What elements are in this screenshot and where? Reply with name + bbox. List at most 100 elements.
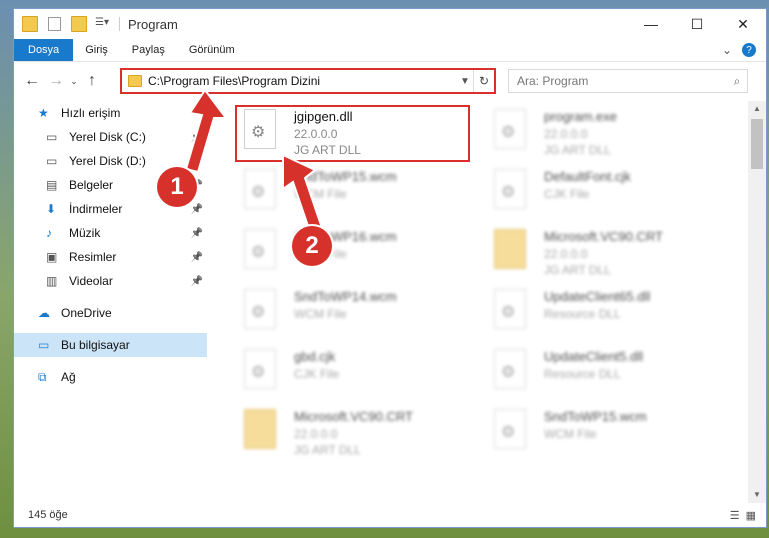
status-bar: 145 öğe ☰ ▦ [14, 503, 766, 527]
navigation-bar: ← → ⌄ ↑ C:\Program Files\Program Dizini … [14, 62, 766, 100]
file-icon [244, 229, 276, 269]
pin-icon[interactable]: 📌 [191, 132, 203, 143]
pin-icon[interactable]: 📌 [191, 204, 203, 215]
file-name: SndToWP15.wcm [294, 169, 397, 184]
file-item[interactable]: UpdateClient5.dll Resource DLL [472, 341, 712, 399]
item-count: 145 öğe [28, 509, 68, 521]
sidebar-item[interactable]: ▭ Yerel Disk (C:) 📌 [14, 125, 207, 149]
file-icon [244, 349, 276, 389]
search-input[interactable]: Ara: Program [509, 74, 727, 88]
folder-icon [128, 75, 142, 87]
sidebar-item-label: OneDrive [61, 306, 112, 320]
properties-icon[interactable] [48, 17, 61, 31]
chevron-down-icon[interactable]: ▼ [457, 76, 473, 87]
recent-locations-button[interactable]: ⌄ [68, 76, 80, 87]
file-item[interactable]: DefaultFont.cjk CJK File [472, 161, 712, 219]
sidebar-item-label: Hızlı erişim [61, 106, 121, 120]
details-view-icon[interactable]: ☰ [730, 509, 740, 522]
scroll-thumb[interactable] [751, 119, 763, 169]
file-list: jgipgen.dll22.0.0.0JG ART DLLprogram.exe… [210, 101, 748, 503]
separator [119, 17, 120, 31]
sidebar-item-label: Yerel Disk (C:) [69, 130, 146, 144]
new-folder-icon[interactable] [71, 16, 87, 32]
tab-paylas[interactable]: Paylaş [120, 39, 177, 61]
drive-icon: ▭ [46, 154, 58, 168]
tab-giris[interactable]: Giriş [73, 39, 120, 61]
star-icon: ★ [38, 106, 49, 120]
scroll-down-icon[interactable]: ▼ [748, 487, 766, 503]
video-icon: ▥ [46, 274, 58, 288]
file-item[interactable]: SndToWP16.wcmWCM File [222, 221, 462, 279]
folder-icon [244, 409, 276, 449]
file-item[interactable]: gbd.cjk CJK File [222, 341, 462, 399]
back-button[interactable]: ← [20, 72, 44, 90]
file-name: SndToWP15.wcm [544, 409, 647, 424]
file-name: UpdateClient65.dll [544, 289, 651, 304]
file-icon [494, 109, 526, 149]
sidebar-item[interactable]: ▣ Resimler 📌 [14, 245, 207, 269]
quick-access-toolbar: ☰▾ [14, 16, 120, 32]
sidebar-item-label: İndirmeler [69, 202, 123, 216]
sidebar-item-label: Ağ [61, 370, 76, 384]
sidebar-item-label: Belgeler [69, 178, 114, 192]
file-icon [244, 289, 276, 329]
tab-gorunum[interactable]: Görünüm [177, 39, 247, 61]
sidebar-item-label: Resimler [69, 250, 117, 264]
address-bar[interactable]: C:\Program Files\Program Dizini ▼ ↻ [120, 68, 496, 94]
tab-dosya[interactable]: Dosya [14, 39, 74, 61]
file-icon [494, 289, 526, 329]
file-name: DefaultFont.cjk [544, 169, 631, 184]
window-title: Program [128, 16, 178, 32]
window-controls: — ☐ ✕ [628, 9, 766, 39]
up-button[interactable]: ↑ [80, 72, 104, 90]
sidebar-item[interactable]: ★ Hızlı erişim [14, 101, 207, 125]
pin-icon[interactable]: 📌 [191, 252, 203, 263]
file-detail: 22.0.0.0 [544, 127, 588, 141]
sidebar-item[interactable]: ▭ Bu bilgisayar [14, 333, 207, 357]
sidebar-item[interactable]: ♪ Müzik 📌 [14, 221, 207, 245]
explorer-window: ☰▾ Program — ☐ ✕ Dosya Giriş Paylaş Görü… [13, 8, 767, 528]
pin-icon[interactable]: 📌 [191, 156, 203, 167]
file-item[interactable]: program.exe 22.0.0.0 JG ART DLL [472, 101, 712, 159]
vertical-scrollbar[interactable]: ▲ ▼ [748, 101, 766, 503]
file-detail: JG ART DLL [294, 443, 361, 457]
file-icon [244, 169, 276, 209]
expand-ribbon-icon[interactable]: ⌄ [722, 43, 732, 57]
sidebar-item-label: Bu bilgisayar [61, 338, 130, 352]
help-icon[interactable]: ? [742, 43, 756, 57]
sidebar-item[interactable]: ☁ OneDrive [14, 301, 207, 325]
ribbon-right: ⌄ ? [722, 39, 766, 61]
tiles-view-icon[interactable]: ▦ [746, 509, 756, 522]
pin-icon[interactable]: 📌 [191, 228, 203, 239]
file-item[interactable]: Microsoft.VC90.CRT 22.0.0.0 JG ART DLL [222, 401, 462, 459]
refresh-button[interactable]: ↻ [473, 70, 494, 92]
maximize-button[interactable]: ☐ [674, 9, 720, 39]
file-detail: WCM File [294, 187, 347, 201]
sidebar-item[interactable]: ⧉ Ağ [14, 365, 207, 389]
file-item[interactable]: SndToWP15.wcm WCM File [472, 401, 712, 459]
music-icon: ♪ [46, 226, 52, 240]
file-detail: CJK File [294, 367, 340, 381]
file-item[interactable]: SndToWP14.wcm WCM File [222, 281, 462, 339]
file-item[interactable]: SndToWP15.wcm WCM File [222, 161, 462, 219]
customize-icon[interactable]: ☰▾ [95, 17, 109, 31]
sidebar-item-label: Videolar [69, 274, 113, 288]
sidebar-item[interactable]: ▥ Videolar 📌 [14, 269, 207, 293]
pictures-icon: ▣ [46, 250, 58, 264]
file-item[interactable]: Microsoft.VC90.CRT 22.0.0.0 JG ART DLL [472, 221, 712, 279]
annotation-badge-1: 1 [157, 167, 197, 207]
file-name: Microsoft.VC90.CRT [544, 229, 663, 244]
file-detail: CJK File [544, 187, 590, 201]
close-button[interactable]: ✕ [720, 9, 766, 39]
scroll-up-icon[interactable]: ▲ [748, 101, 766, 117]
file-icon [494, 169, 526, 209]
search-box[interactable]: Ara: Program ⌕ [508, 69, 748, 93]
sidebar-item-label: Yerel Disk (D:) [69, 154, 146, 168]
forward-button[interactable]: → [44, 72, 68, 90]
address-path[interactable]: C:\Program Files\Program Dizini [148, 74, 457, 88]
pin-icon[interactable]: 📌 [191, 276, 203, 287]
folder-icon [494, 229, 526, 269]
minimize-button[interactable]: — [628, 9, 674, 39]
file-item[interactable]: UpdateClient65.dll Resource DLL [472, 281, 712, 339]
search-icon[interactable]: ⌕ [727, 74, 747, 89]
